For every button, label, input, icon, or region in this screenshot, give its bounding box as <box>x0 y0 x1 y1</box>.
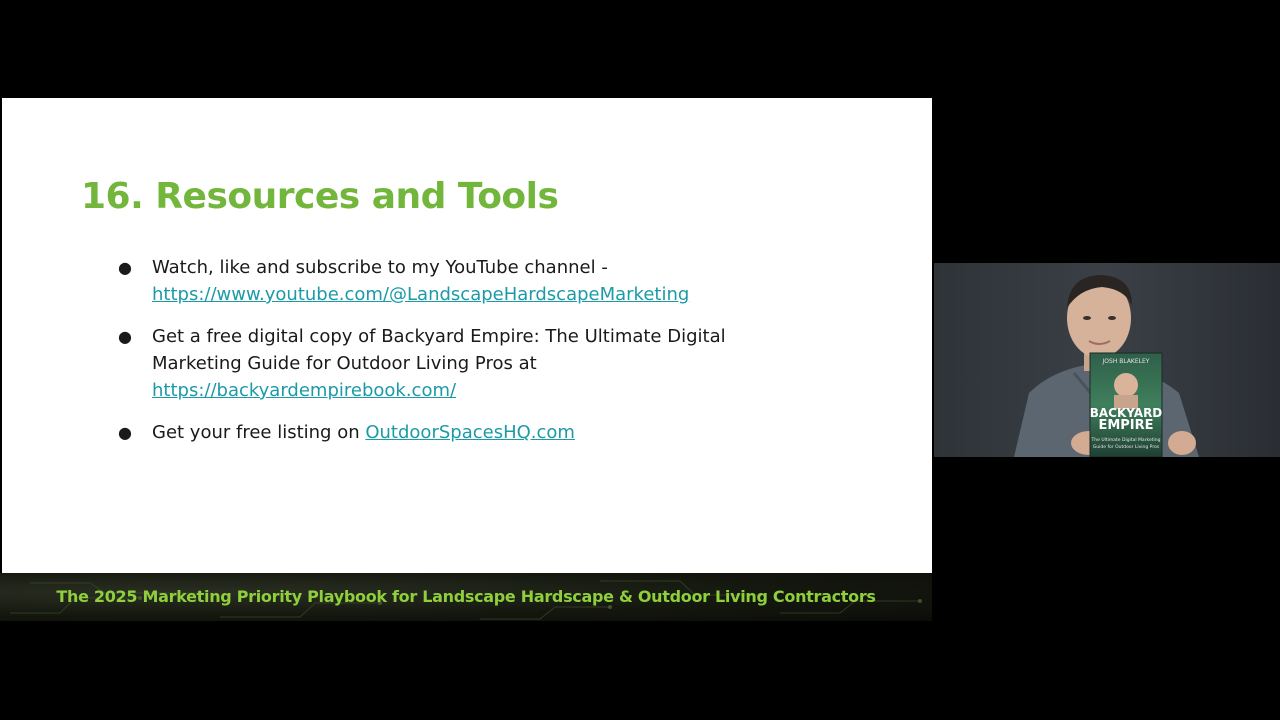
list-item: ● Get your free listing on OutdoorSpaces… <box>116 419 816 446</box>
outdoor-spaces-hq-link[interactable]: OutdoorSpacesHQ.com <box>365 422 575 443</box>
video-stage: 16. Resources and Tools ● Watch, like an… <box>0 0 1280 720</box>
book-subtitle-line1: The Ultimate Digital Marketing <box>1091 437 1161 443</box>
book-title-line2: EMPIRE <box>1098 418 1153 433</box>
youtube-channel-link[interactable]: https://www.youtube.com/@LandscapeHardsc… <box>152 284 689 305</box>
presentation-slide: 16. Resources and Tools ● Watch, like an… <box>2 98 932 573</box>
book-author: JOSH BLAKELEY <box>1102 358 1150 365</box>
bullet-text: Get your free listing on <box>152 422 366 443</box>
book-subtitle-line2: Guide for Outdoor Living Pros <box>1093 444 1160 450</box>
bullet-text: Get a free digital copy of Backyard Empi… <box>152 326 726 374</box>
list-item: ● Watch, like and subscribe to my YouTub… <box>116 254 816 308</box>
slide-title: 16. Resources and Tools <box>81 176 559 217</box>
bullet-icon: ● <box>118 423 132 442</box>
title-banner: The 2025 Marketing Priority Playbook for… <box>0 573 932 621</box>
presenter-video-icon: JOSH BLAKELEY BACKYARD EMPIRE The Ultima… <box>934 263 1280 457</box>
bullet-icon: ● <box>118 258 132 277</box>
list-item: ● Get a free digital copy of Backyard Em… <box>116 323 816 404</box>
bullet-icon: ● <box>118 327 132 346</box>
resource-list: ● Watch, like and subscribe to my YouTub… <box>116 254 816 461</box>
banner-title: The 2025 Marketing Priority Playbook for… <box>56 587 876 606</box>
bullet-text: Watch, like and subscribe to my YouTube … <box>152 257 608 278</box>
backyard-empire-book-link[interactable]: https://backyardempirebook.com/ <box>152 380 456 401</box>
webcam-feed: JOSH BLAKELEY BACKYARD EMPIRE The Ultima… <box>934 263 1280 457</box>
